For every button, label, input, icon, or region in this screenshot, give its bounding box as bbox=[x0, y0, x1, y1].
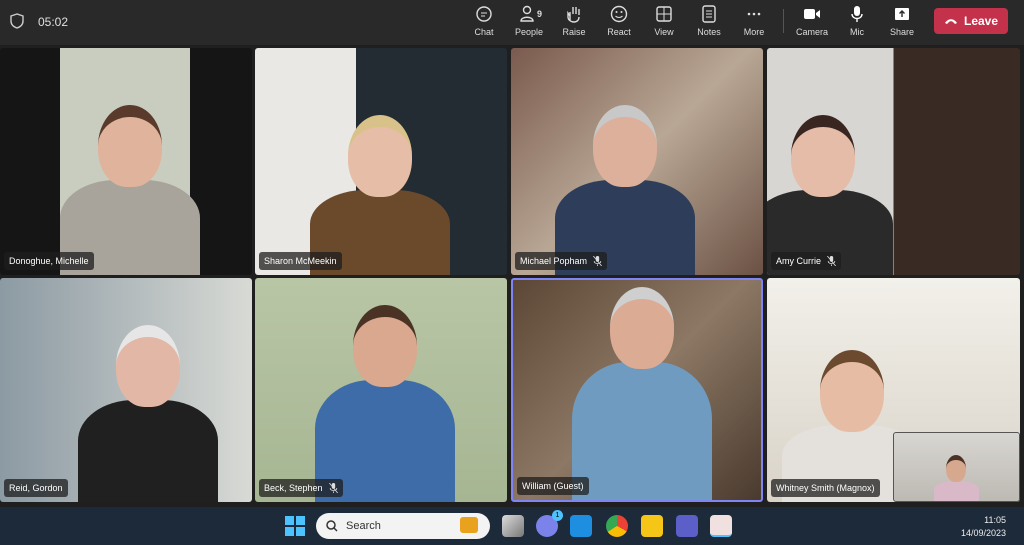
toolbar-label: Mic bbox=[850, 27, 864, 37]
toolbar-view-button[interactable]: View bbox=[642, 4, 686, 37]
teams-icon[interactable] bbox=[676, 515, 698, 537]
toolbar-label: React bbox=[607, 27, 631, 37]
toolbar-label: Camera bbox=[795, 27, 828, 37]
participant-face bbox=[348, 115, 412, 197]
participant-name-label: Amy Currie bbox=[771, 252, 842, 270]
meeting-toolbar: 05:02 Chat 9 People Raise React View Not… bbox=[0, 0, 1024, 45]
toolbar-mic-button[interactable]: Mic bbox=[835, 4, 879, 37]
video-tile[interactable]: Donoghue, Michelle bbox=[0, 48, 252, 275]
leave-button[interactable]: Leave bbox=[934, 8, 1008, 34]
search-icon bbox=[326, 520, 338, 532]
people-count: 9 bbox=[537, 9, 543, 19]
toolbar-label: Chat bbox=[474, 27, 494, 37]
toolbar-people-button[interactable]: 9 People bbox=[507, 4, 551, 37]
participant-name: Michael Popham bbox=[520, 256, 588, 266]
participant-face bbox=[610, 287, 674, 369]
hand-icon bbox=[567, 7, 580, 23]
more-icon bbox=[747, 12, 761, 16]
chrome-icon[interactable] bbox=[606, 515, 628, 537]
participant-name-label: Whitney Smith (Magnox) bbox=[771, 479, 880, 497]
toolbar-divider bbox=[783, 9, 784, 33]
snipping-tool-icon[interactable] bbox=[710, 515, 732, 537]
teams-chat-icon[interactable]: 1 bbox=[536, 510, 563, 537]
video-tile[interactable]: Michael Popham bbox=[511, 48, 763, 275]
briefcase-icon bbox=[460, 517, 478, 533]
shield-icon bbox=[10, 13, 24, 29]
mic-off-icon bbox=[593, 256, 603, 266]
video-tile[interactable]: Amy Currie bbox=[767, 48, 1020, 275]
toolbar-label: Share bbox=[889, 27, 915, 37]
notes-icon bbox=[702, 5, 716, 23]
participant-face bbox=[116, 325, 180, 407]
task-view-icon[interactable] bbox=[502, 515, 524, 537]
toolbar-label: Notes bbox=[697, 27, 721, 37]
participant-name: Sharon McMeekin bbox=[264, 256, 337, 266]
clock-time: 11:05 bbox=[984, 515, 1006, 525]
people-icon bbox=[520, 5, 534, 22]
mic-icon bbox=[851, 6, 863, 22]
participant-name-label: Donoghue, Michelle bbox=[4, 252, 94, 270]
search-placeholder: Search bbox=[346, 520, 381, 532]
toolbar-label: More bbox=[743, 27, 765, 37]
participant-name: Beck, Stephen bbox=[264, 483, 323, 493]
taskbar-search[interactable]: Search bbox=[316, 513, 490, 539]
toolbar-label: Raise bbox=[562, 27, 586, 37]
video-tile[interactable]: Sharon McMeekin bbox=[255, 48, 507, 275]
participant-name-label: William (Guest) bbox=[517, 477, 589, 495]
windows-start-icon[interactable] bbox=[285, 516, 305, 536]
participant-face bbox=[593, 105, 657, 187]
toolbar-notes-button[interactable]: Notes bbox=[687, 4, 731, 37]
windows-taskbar: Search 1 11:05 14/09/2023 bbox=[0, 507, 1024, 545]
participant-name: Reid, Gordon bbox=[9, 483, 63, 493]
participant-name-label: Beck, Stephen bbox=[259, 479, 343, 497]
leave-label: Leave bbox=[963, 14, 999, 28]
self-view[interactable] bbox=[893, 432, 1020, 502]
mail-icon[interactable] bbox=[570, 515, 592, 537]
participant-name: Whitney Smith (Magnox) bbox=[776, 483, 875, 493]
participant-name: Amy Currie bbox=[776, 256, 822, 266]
video-tile[interactable]: Reid, Gordon bbox=[0, 278, 252, 502]
grid-icon bbox=[656, 6, 672, 22]
participant-face bbox=[98, 105, 162, 187]
camera-icon bbox=[804, 9, 820, 19]
video-tile[interactable]: Beck, Stephen bbox=[255, 278, 507, 502]
toolbar-share-button[interactable]: Share bbox=[880, 4, 924, 37]
participant-name: William (Guest) bbox=[522, 481, 584, 491]
participant-name: Donoghue, Michelle bbox=[9, 256, 89, 266]
participant-face bbox=[353, 305, 417, 387]
participant-face bbox=[820, 350, 884, 432]
phone-hangup-icon bbox=[944, 19, 957, 24]
participant-name-label: Reid, Gordon bbox=[4, 479, 68, 497]
participant-video bbox=[572, 362, 712, 500]
self-video-body bbox=[934, 481, 979, 501]
participant-video bbox=[78, 400, 218, 502]
file-explorer-icon[interactable] bbox=[641, 515, 663, 537]
self-video-face bbox=[946, 455, 966, 482]
participant-face bbox=[791, 115, 855, 197]
mic-off-icon bbox=[328, 483, 338, 493]
share-icon bbox=[895, 8, 909, 20]
toolbar-chat-button[interactable]: Chat bbox=[462, 4, 506, 37]
participant-name-label: Michael Popham bbox=[515, 252, 608, 270]
toolbar-camera-button[interactable]: Camera bbox=[790, 4, 834, 37]
chat-icon bbox=[476, 6, 492, 22]
smile-icon bbox=[610, 5, 628, 23]
toolbar-react-button[interactable]: React bbox=[597, 4, 641, 37]
system-clock[interactable]: 11:05 14/09/2023 bbox=[961, 514, 1006, 540]
toolbar-label: View bbox=[654, 27, 674, 37]
toolbar-more-button[interactable]: More bbox=[732, 4, 776, 37]
mic-off-icon bbox=[827, 256, 837, 266]
toolbar-raise-button[interactable]: Raise bbox=[552, 4, 596, 37]
participant-name-label: Sharon McMeekin bbox=[259, 252, 342, 270]
meeting-timer: 05:02 bbox=[38, 15, 69, 29]
clock-date: 14/09/2023 bbox=[960, 528, 1006, 538]
notification-badge: 1 bbox=[552, 510, 563, 521]
video-tile[interactable]: William (Guest) bbox=[511, 278, 763, 502]
toolbar-label: People bbox=[514, 27, 544, 37]
